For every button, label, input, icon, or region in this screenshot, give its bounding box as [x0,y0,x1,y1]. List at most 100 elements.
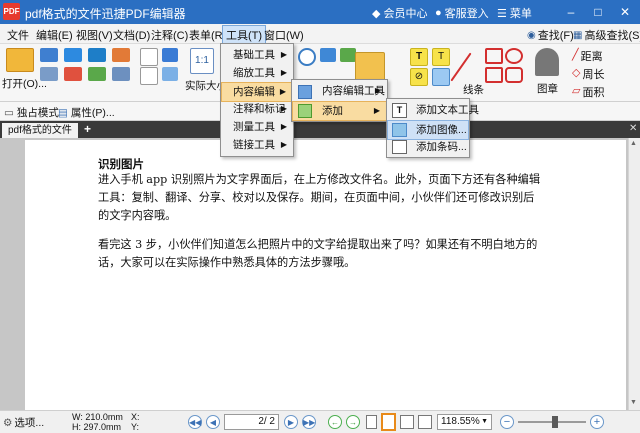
chevron-right-icon: ▶ [280,122,287,131]
zoom-in-button[interactable]: + [590,415,604,429]
tools-item-basic[interactable]: 基础工具 ▶ [221,46,293,64]
link-icon[interactable]: ⊘ [410,68,428,86]
exclusive-mode-icon: ▭ [4,106,14,119]
options-label: 选项... [14,417,45,429]
menu-edit[interactable]: 编辑(E) [33,27,76,43]
zoom-slider-track[interactable] [518,416,586,428]
single-page-view-icon[interactable] [366,415,377,429]
textbox-icon[interactable]: T [410,48,428,66]
chevron-right-icon: ▶ [280,50,287,59]
open-folder-icon[interactable] [6,48,34,72]
menu-button[interactable]: ☰ 菜单 [497,5,532,21]
cursor-position-readout: X: Y: [131,412,140,432]
exclusive-mode-button[interactable]: ▭ 独占模式 [4,105,59,120]
new-tab-button[interactable]: + [84,122,91,136]
minimize-button[interactable]: – [558,0,584,24]
chevron-right-icon: ▶ [280,104,287,113]
stamp-label[interactable]: 图章 [537,81,558,96]
add-text-tool-item[interactable]: T 添加文本工具 [387,101,479,119]
previous-page-icon[interactable]: ◀ [206,415,220,429]
zoom-out-button[interactable]: − [500,415,514,429]
member-center-button[interactable]: ◆ 会员中心 [372,5,427,21]
camera-icon[interactable] [162,48,178,62]
snapshot-icon[interactable] [162,67,178,81]
advanced-find-button[interactable]: ▦ 高级查找(S) [573,27,640,43]
zoom-slider-thumb[interactable] [552,416,559,428]
tools-item-annotation[interactable]: 注释和标记 ▶ [221,100,293,118]
note-icon[interactable]: T [432,48,450,66]
login-button[interactable]: ● 客服登入 [435,5,489,21]
back-icon[interactable]: ← [328,415,342,429]
print-icon[interactable] [40,67,58,81]
scroll-down-icon[interactable]: ▼ [630,399,637,406]
options-button[interactable]: ⚙ 选项... [3,415,44,430]
redo-icon[interactable] [112,67,130,81]
line-tool-label[interactable]: 线条 [463,82,484,97]
rectangle-shape-icon[interactable] [485,48,503,64]
barcode-icon [392,140,407,154]
vertical-scrollbar[interactable]: ▲ ▼ [628,138,640,410]
content-add-item[interactable]: 添加 ▶ [292,101,387,121]
hand-tool-icon[interactable] [140,48,158,66]
next-page-icon[interactable]: ▶ [284,415,298,429]
maximize-button[interactable]: □ [585,0,611,24]
actual-size-icon[interactable]: 1:1 [190,48,214,74]
tools-item-measure[interactable]: 测量工具 ▶ [221,118,293,136]
line-tool-icon[interactable] [450,52,472,82]
perimeter-tool[interactable]: ◇ 周长 [572,66,604,82]
body-paragraph-1: 进入手机 app 识别照片为文字界面后，在上方修改文件名。此外，页面下方还有各种… [98,173,541,222]
email-icon[interactable] [64,48,82,62]
content-edit-tools-item[interactable]: 内容编辑工具 ▶ [292,82,387,100]
properties-button[interactable]: ▤ 属性(P)... [58,105,115,120]
marquee-zoom-icon[interactable] [320,48,336,62]
save-icon[interactable] [40,48,58,62]
menu-document[interactable]: 文档(D) [110,27,153,43]
content-edit-tool-icon [298,85,312,99]
section-heading: 识别图片 [98,157,144,171]
cloud-shape-icon[interactable] [505,67,523,83]
add-barcode-item[interactable]: 添加条码... [387,138,469,156]
stamp-icon[interactable] [535,48,559,76]
page-size-readout: W: 210.0mm H: 297.0mm [72,412,123,432]
menu-file[interactable]: 文件 [4,27,32,43]
sound-icon[interactable] [432,68,450,86]
tools-item-link[interactable]: 链接工具 ▶ [221,136,293,154]
menu-comment[interactable]: 注释(C) [148,27,191,43]
last-page-icon[interactable]: ▶▶ [302,415,316,429]
page-number-input[interactable]: 2/ 2 [224,414,279,430]
ellipse-shape-icon[interactable] [505,48,523,64]
tools-item-content-edit[interactable]: 内容编辑 ▶ [221,82,293,102]
menu-window[interactable]: 窗口(W) [261,27,307,43]
menu-tools[interactable]: 工具(T) [222,25,267,45]
tools-dropdown-menu: 基础工具 ▶ 缩放工具 ▶ 内容编辑 ▶ 注释和标记 ▶ 测量工具 ▶ 链接工具 ▶ [220,43,294,157]
facing-view-icon[interactable] [400,415,414,429]
undo-icon[interactable] [88,67,106,81]
edit-object-icon[interactable] [340,48,356,62]
text-tool-icon: T [392,103,407,118]
paste-icon[interactable] [112,48,130,62]
add-image-item[interactable]: 添加图像... [387,120,469,140]
first-page-icon[interactable]: ◀◀ [188,415,202,429]
polygon-shape-icon[interactable] [485,67,503,83]
continuous-facing-icon[interactable] [418,415,432,429]
close-tab-button[interactable]: ✕ [629,123,637,134]
zoom-in-icon[interactable] [298,48,316,66]
scroll-up-icon[interactable]: ▲ [630,140,637,147]
area-icon: ▱ [572,85,581,97]
find-button[interactable]: ◉ 查找(F) [527,27,574,43]
close-window-button[interactable]: ✕ [612,0,638,24]
document-tab[interactable]: pdf格式的文件 [2,123,78,138]
distance-tool[interactable]: ╱ 距离 [572,48,603,64]
copy-icon[interactable] [88,48,106,62]
login-label: 客服登入 [444,8,489,20]
area-tool[interactable]: ▱ 面积 [572,84,604,100]
distance-label: 距离 [580,51,603,63]
tools-item-zoom[interactable]: 缩放工具 ▶ [221,64,293,82]
chevron-right-icon: ▶ [373,106,380,115]
forward-icon[interactable]: → [346,415,360,429]
continuous-view-icon[interactable] [381,413,396,431]
zoom-level-select[interactable]: 118.55% ▼ [437,414,492,430]
pdf-export-icon[interactable] [64,67,82,81]
select-tool-icon[interactable] [140,67,158,85]
menu-bar: 文件 编辑(E) 视图(V) 文档(D) 注释(C) 表单(R) 工具(T) 窗… [0,24,640,45]
